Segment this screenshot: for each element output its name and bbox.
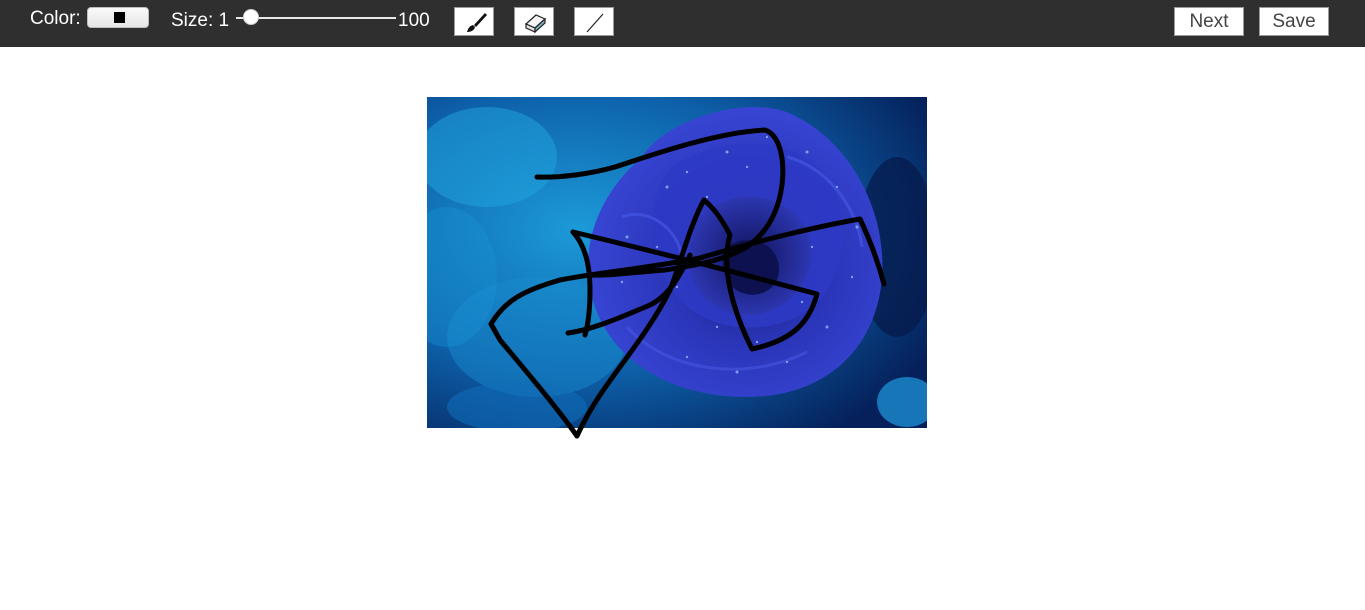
color-picker-button[interactable]	[87, 7, 149, 28]
drawing-canvas[interactable]	[397, 97, 937, 432]
slider-track	[236, 17, 396, 19]
eraser-tool-button[interactable]	[514, 7, 554, 36]
size-label: Size: 1	[171, 10, 230, 31]
blue-rose-image	[397, 97, 937, 432]
eraser-icon	[524, 14, 547, 34]
paintbrush-icon	[467, 13, 487, 32]
size-max-label: 100	[398, 10, 430, 31]
line-icon	[586, 13, 604, 33]
brush-size-slider[interactable]	[236, 9, 398, 27]
line-tool-button[interactable]	[574, 7, 614, 36]
current-color-swatch	[114, 12, 125, 23]
slider-thumb[interactable]	[243, 9, 259, 25]
save-button[interactable]: Save	[1259, 7, 1329, 36]
toolbar: Color: Size: 1 100 Next Save	[0, 0, 1365, 47]
next-button[interactable]: Next	[1174, 7, 1244, 36]
brush-tool-button[interactable]	[454, 7, 494, 36]
color-label: Color:	[30, 8, 81, 29]
